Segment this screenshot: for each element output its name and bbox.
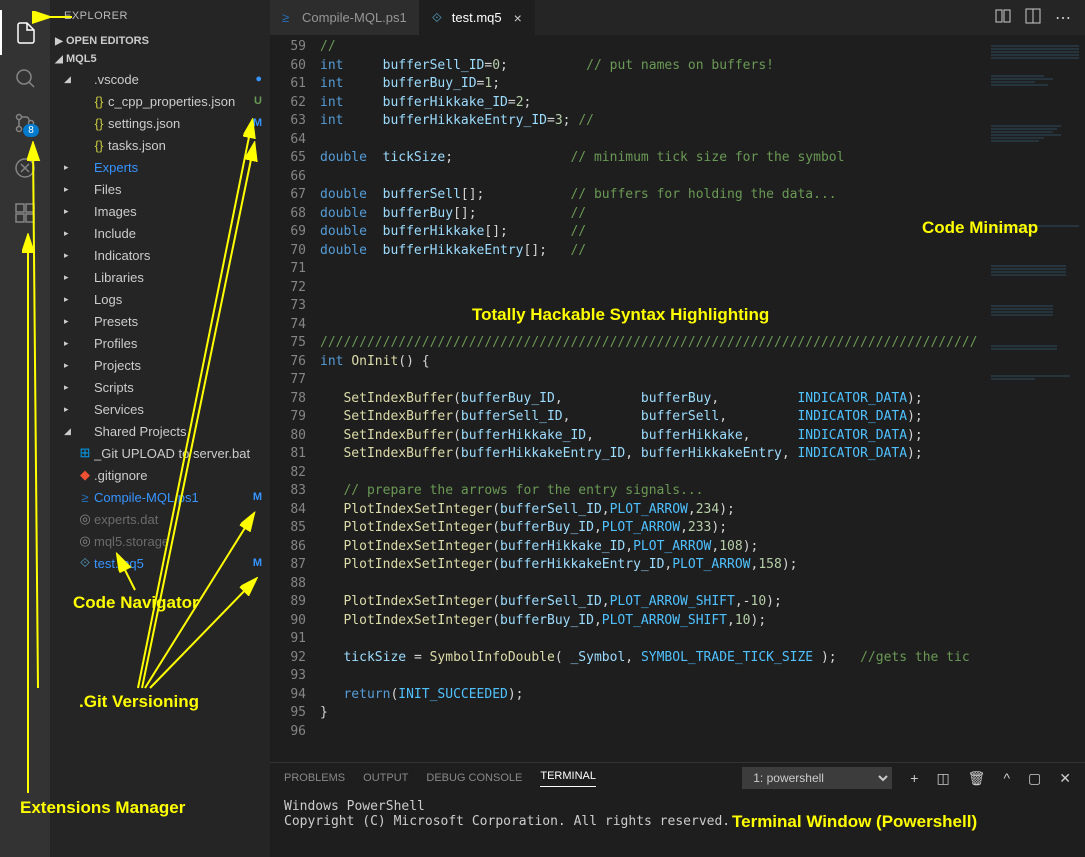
panel-tab-problems[interactable]: PROBLEMS [284, 772, 345, 784]
split-editor-icon[interactable] [1025, 8, 1041, 27]
close-tab-icon[interactable]: × [514, 10, 522, 26]
folder-profiles[interactable]: ▸Profiles [50, 332, 270, 354]
editor-area: ≥Compile-MQL.ps1⟐test.mq5× ⋯ 59 60 61 62… [270, 0, 1085, 857]
kill-terminal-icon[interactable]: 🗑 [968, 770, 986, 787]
root-header[interactable]: ◢MQL5 [50, 50, 270, 68]
folder--vscode[interactable]: ◢.vscode● [50, 68, 270, 90]
folder-images[interactable]: ▸Images [50, 200, 270, 222]
code-editor[interactable]: 59 60 61 62 63 64 65 66 67 68 69 70 71 7… [270, 35, 1085, 757]
minimap[interactable] [985, 35, 1085, 757]
folder-shared-projects[interactable]: ◢Shared Projects [50, 420, 270, 442]
sidebar-title: EXPLORER [50, 0, 270, 32]
toggle-panel-icon[interactable]: ▢ [1028, 770, 1041, 787]
compare-changes-icon[interactable] [995, 8, 1011, 27]
folder-presets[interactable]: ▸Presets [50, 310, 270, 332]
folder-indicators[interactable]: ▸Indicators [50, 244, 270, 266]
source-control-icon[interactable]: 8 [0, 100, 50, 145]
extensions-icon[interactable] [0, 190, 50, 235]
folder-experts[interactable]: ▸Experts [50, 156, 270, 178]
folder-services[interactable]: ▸Services [50, 398, 270, 420]
split-terminal-icon[interactable]: ◫ [936, 770, 949, 787]
terminal-panel: PROBLEMS OUTPUT DEBUG CONSOLE TERMINAL 1… [270, 762, 1085, 857]
terminal-selector[interactable]: 1: powershell [742, 767, 892, 789]
code-content[interactable]: // int bufferSell_ID=0; // put names on … [320, 35, 985, 757]
folder-scripts[interactable]: ▸Scripts [50, 376, 270, 398]
panel-tab-output[interactable]: OUTPUT [363, 772, 408, 784]
search-icon[interactable] [0, 55, 50, 100]
file-tree: ◢.vscode●{}c_cpp_properties.jsonU{}setti… [50, 68, 270, 574]
explorer-icon[interactable] [0, 10, 50, 55]
panel-tabs: PROBLEMS OUTPUT DEBUG CONSOLE TERMINAL 1… [270, 763, 1085, 793]
file-compile-mql-ps1[interactable]: ≥Compile-MQL.ps1M [50, 486, 270, 508]
folder-projects[interactable]: ▸Projects [50, 354, 270, 376]
folder-logs[interactable]: ▸Logs [50, 288, 270, 310]
line-gutter: 59 60 61 62 63 64 65 66 67 68 69 70 71 7… [270, 35, 320, 757]
more-actions-icon[interactable]: ⋯ [1055, 8, 1071, 28]
folder-libraries[interactable]: ▸Libraries [50, 266, 270, 288]
maximize-panel-icon[interactable]: ^ [1003, 770, 1010, 786]
folder-files[interactable]: ▸Files [50, 178, 270, 200]
file--git-upload-to-server-bat[interactable]: ⊞_Git UPLOAD to server.bat [50, 442, 270, 464]
file-c-cpp-properties-json[interactable]: {}c_cpp_properties.jsonU [50, 90, 270, 112]
scm-badge: 8 [23, 124, 39, 137]
file-experts-dat[interactable]: ◎experts.dat [50, 508, 270, 530]
tab-test-mq5[interactable]: ⟐test.mq5× [420, 0, 535, 35]
panel-tab-terminal[interactable]: TERMINAL [540, 770, 596, 787]
debug-icon[interactable] [0, 145, 50, 190]
file-settings-json[interactable]: {}settings.jsonM [50, 112, 270, 134]
sidebar: EXPLORER ▶OPEN EDITORS ◢MQL5 ◢.vscode●{}… [50, 0, 270, 857]
terminal-body[interactable]: Windows PowerShell Copyright (C) Microso… [270, 793, 1085, 835]
file-tasks-json[interactable]: {}tasks.json [50, 134, 270, 156]
panel-tab-debug-console[interactable]: DEBUG CONSOLE [426, 772, 522, 784]
activity-bar: 8 [0, 0, 50, 857]
tab-bar: ≥Compile-MQL.ps1⟐test.mq5× ⋯ [270, 0, 1085, 35]
tab-compile-mql-ps1[interactable]: ≥Compile-MQL.ps1 [270, 0, 420, 35]
file-mql5-storage[interactable]: ◎mql5.storage [50, 530, 270, 552]
open-editors-header[interactable]: ▶OPEN EDITORS [50, 32, 270, 50]
new-terminal-icon[interactable]: + [910, 770, 918, 786]
file--gitignore[interactable]: ◆.gitignore [50, 464, 270, 486]
folder-include[interactable]: ▸Include [50, 222, 270, 244]
file-test-mq5[interactable]: ⟐test.mq5M [50, 552, 270, 574]
close-panel-icon[interactable]: ✕ [1059, 770, 1071, 787]
